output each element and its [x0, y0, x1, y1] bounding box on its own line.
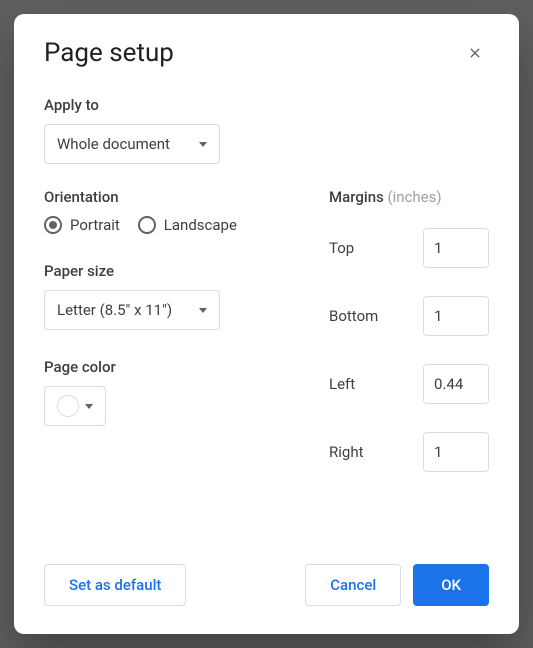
dialog-header: Page setup — [44, 38, 489, 68]
margins-label-text: Margins — [329, 188, 384, 206]
dialog-footer: Set as default Cancel OK — [44, 564, 489, 606]
orientation-portrait-label: Portrait — [70, 216, 120, 234]
orientation-landscape-label: Landscape — [164, 216, 237, 234]
chevron-down-icon — [199, 142, 207, 147]
margin-top-row: Top — [329, 228, 489, 268]
margin-right-label: Right — [329, 443, 363, 461]
ok-button[interactable]: OK — [413, 564, 489, 606]
margin-right-input[interactable] — [423, 432, 489, 472]
close-button[interactable] — [461, 39, 489, 67]
margin-bottom-row: Bottom — [329, 296, 489, 336]
radio-icon — [138, 216, 156, 234]
margin-left-row: Left — [329, 364, 489, 404]
chevron-down-icon — [199, 308, 207, 313]
left-column: Orientation Portrait Landscape Paper siz… — [44, 188, 289, 564]
page-setup-dialog: Page setup Apply to Whole document Orien… — [14, 14, 519, 634]
paper-size-label: Paper size — [44, 262, 289, 280]
main-columns: Orientation Portrait Landscape Paper siz… — [44, 188, 489, 564]
orientation-radios: Portrait Landscape — [44, 216, 289, 234]
close-icon — [467, 45, 483, 61]
color-swatch-icon — [57, 395, 79, 417]
orientation-label: Orientation — [44, 188, 289, 206]
paper-size-value: Letter (8.5" x 11") — [57, 301, 172, 319]
right-column: Margins (inches) Top Bottom Left Right — [329, 188, 489, 564]
radio-icon — [44, 216, 62, 234]
apply-to-label: Apply to — [44, 96, 489, 114]
apply-to-section: Apply to Whole document — [44, 96, 489, 188]
orientation-landscape-radio[interactable]: Landscape — [138, 216, 237, 234]
page-color-picker[interactable] — [44, 386, 106, 426]
footer-right: Cancel OK — [305, 564, 489, 606]
margin-left-label: Left — [329, 375, 355, 393]
dialog-title: Page setup — [44, 38, 174, 68]
margin-right-row: Right — [329, 432, 489, 472]
margins-label: Margins (inches) — [329, 188, 489, 206]
margin-top-input[interactable] — [423, 228, 489, 268]
paper-size-dropdown[interactable]: Letter (8.5" x 11") — [44, 290, 220, 330]
margin-bottom-input[interactable] — [423, 296, 489, 336]
page-color-label: Page color — [44, 358, 289, 376]
margin-top-label: Top — [329, 239, 354, 257]
orientation-portrait-radio[interactable]: Portrait — [44, 216, 120, 234]
apply-to-value: Whole document — [57, 135, 170, 153]
margin-left-input[interactable] — [423, 364, 489, 404]
cancel-button[interactable]: Cancel — [305, 564, 401, 606]
apply-to-dropdown[interactable]: Whole document — [44, 124, 220, 164]
chevron-down-icon — [85, 404, 93, 409]
margins-unit: (inches) — [388, 188, 442, 206]
set-default-button[interactable]: Set as default — [44, 564, 186, 606]
margin-bottom-label: Bottom — [329, 307, 378, 325]
